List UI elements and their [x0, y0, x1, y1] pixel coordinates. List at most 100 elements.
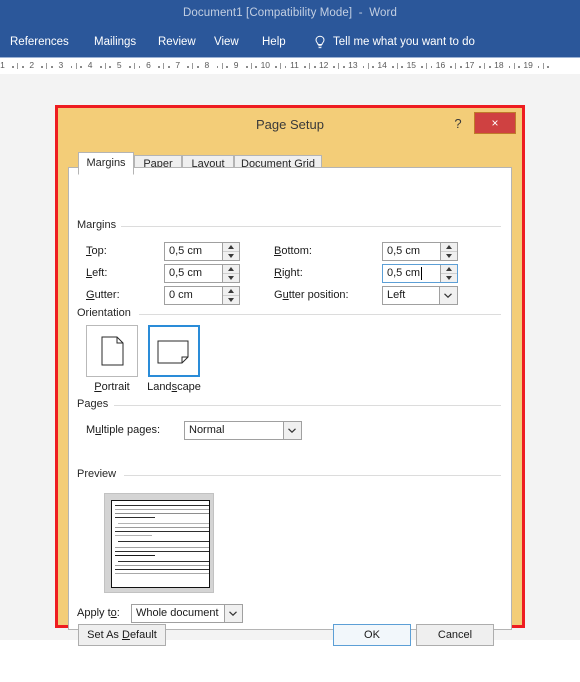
ruler-tick [518, 66, 520, 68]
ruler-tick [17, 63, 19, 69]
right-margin-spin-up[interactable] [441, 265, 457, 274]
preview-text-line [115, 513, 209, 514]
ruler-number: 9 [233, 60, 239, 70]
top-margin-spin-down[interactable] [223, 252, 239, 260]
ribbon-tab-references[interactable]: References [10, 36, 69, 48]
ruler-tick [343, 66, 345, 68]
ruler-number: 19 [523, 60, 533, 70]
preview-text-line [115, 531, 209, 532]
preview-text-line [115, 573, 209, 574]
ruler-tick [425, 63, 427, 69]
ruler-tick [187, 66, 190, 68]
ruler-tick [168, 66, 170, 68]
ribbon-tab-mailings[interactable]: Mailings [94, 36, 136, 48]
gutter-spinner[interactable] [222, 287, 239, 304]
ruler-tick [12, 66, 14, 68]
ruler-tick [333, 66, 336, 68]
preview-text-line [115, 535, 152, 536]
gutter-position-dropdown-button[interactable] [439, 287, 457, 304]
ruler-tick [372, 66, 374, 68]
bottom-margin-spin-up[interactable] [441, 243, 457, 252]
right-margin-spin-down[interactable] [441, 274, 457, 282]
ruler-number: 6 [146, 60, 151, 70]
ruler-number: 7 [175, 60, 181, 70]
ruler-number: 18 [494, 60, 504, 70]
ruler-number: 4 [87, 60, 93, 70]
bottom-margin-spinner[interactable] [440, 243, 457, 260]
ruler-tick [75, 63, 77, 69]
left-margin-spin-down[interactable] [223, 274, 239, 282]
ruler-tick [367, 63, 369, 69]
margins-group-label: Margins [77, 219, 122, 231]
gutter-spin-up[interactable] [223, 287, 239, 296]
dialog-title-bar[interactable]: Page Setup ? × [58, 108, 522, 142]
page-setup-dialog: Page Setup ? × Margins Paper Layout Docu… [55, 105, 525, 646]
close-button[interactable]: × [474, 112, 516, 134]
ruler-tick [80, 66, 82, 68]
top-margin-input[interactable]: 0,5 cm [164, 242, 240, 261]
ruler-tick [250, 63, 252, 69]
multiple-pages-select[interactable]: Normal [184, 421, 302, 440]
tab-margins[interactable]: Margins [78, 152, 134, 175]
apply-to-label: Apply to: [77, 607, 120, 619]
preview-text-line [118, 541, 209, 542]
window-title: Document1 [Compatibility Mode] - Word [183, 7, 397, 19]
ruler-tick [246, 66, 248, 68]
chevron-down-icon [288, 428, 296, 433]
horizontal-ruler[interactable]: 1 2 3 4 5 6 7 8 9 10 11 12 13 14 15 16 17 18 19 [0, 57, 580, 75]
ruler-tick [216, 66, 219, 68]
ruler-tick [392, 66, 394, 68]
ribbon-tab-view[interactable]: View [214, 36, 239, 48]
preview-text-line [115, 555, 155, 556]
preview-text-line [118, 523, 209, 524]
apply-to-select[interactable]: Whole document [131, 604, 243, 623]
orientation-portrait-button[interactable] [86, 325, 138, 377]
left-margin-spinner[interactable] [222, 265, 239, 282]
cancel-button[interactable]: Cancel [416, 624, 494, 646]
bottom-margin-input[interactable]: 0,5 cm [382, 242, 458, 261]
orientation-landscape-button[interactable] [148, 325, 200, 377]
ribbon-tab-review[interactable]: Review [158, 36, 196, 48]
preview-text-line [115, 565, 209, 566]
ruler-tick [547, 66, 549, 68]
right-margin-value: 0,5 cm [387, 267, 421, 279]
left-margin-spin-up[interactable] [223, 265, 239, 274]
bottom-margin-spin-down[interactable] [441, 252, 457, 260]
left-margin-input[interactable]: 0,5 cm [164, 264, 240, 283]
ruler-tick [163, 63, 165, 69]
ruler-tick [221, 63, 223, 69]
dialog-body: Margins Paper Layout Document Grid Margi… [68, 142, 512, 682]
top-margin-spin-up[interactable] [223, 243, 239, 252]
ruler-tick [537, 66, 540, 68]
ruler-tick [22, 66, 24, 68]
ruler-tick [46, 63, 48, 69]
bottom-margin-value: 0,5 cm [387, 245, 421, 257]
gutter-input[interactable]: 0 cm [164, 286, 240, 305]
help-button[interactable]: ? [449, 115, 467, 133]
set-as-default-button[interactable]: Set As Default [78, 624, 166, 646]
ruler-number: 16 [435, 60, 446, 70]
ok-button[interactable]: OK [333, 624, 411, 646]
left-margin-value: 0,5 cm [169, 267, 203, 279]
bottom-margin-label: Bottom: [274, 245, 312, 257]
preview-group-label: Preview [77, 468, 122, 480]
gutter-position-value: Left [387, 289, 406, 301]
ruler-tick [109, 66, 112, 68]
ruler-tick [226, 66, 228, 68]
gutter-spin-down[interactable] [223, 296, 239, 304]
margins-tab-panel: Margins Top: 0,5 cm Bottom: 0,5 cm Left:… [68, 167, 512, 630]
ruler-tick [401, 66, 404, 68]
multiple-pages-dropdown-button[interactable] [283, 422, 301, 439]
top-margin-spinner[interactable] [222, 243, 239, 260]
right-margin-input[interactable]: 0,5 cm [382, 264, 458, 283]
apply-to-dropdown-button[interactable] [224, 605, 242, 622]
ruler-tick [129, 66, 131, 68]
right-margin-spinner[interactable] [440, 265, 457, 282]
orientation-landscape-label: Landscape [147, 381, 201, 393]
apply-to-value: Whole document [136, 607, 219, 619]
tell-me-search-box[interactable]: Tell me what you want to do [333, 36, 475, 48]
ribbon-tab-help[interactable]: Help [262, 36, 286, 48]
ruler-number: 11 [290, 60, 299, 70]
gutter-position-select[interactable]: Left [382, 286, 458, 305]
pages-group-label: Pages [77, 398, 114, 410]
